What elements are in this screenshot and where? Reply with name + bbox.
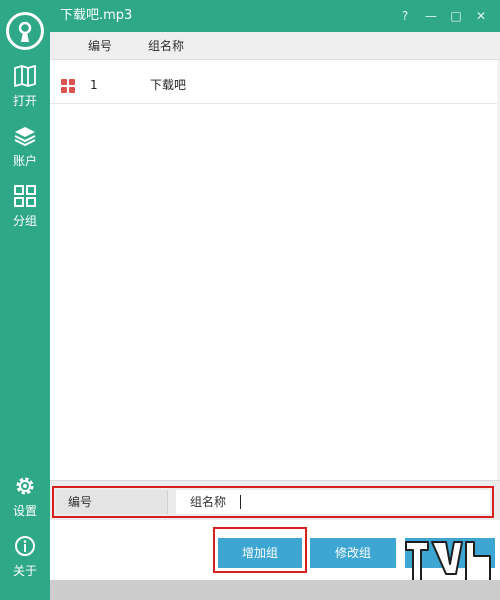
gear-icon xyxy=(13,474,37,498)
modify-group-button[interactable]: 修改组 xyxy=(310,538,396,568)
window-title: 下载吧.mp3 xyxy=(60,8,133,23)
sidebar-item-about[interactable]: 关于 xyxy=(0,534,50,586)
add-button-highlight-box xyxy=(213,527,307,573)
sidebar-item-label: 分组 xyxy=(12,214,37,228)
editor-highlight-box xyxy=(52,486,494,518)
maximize-button[interactable]: □ xyxy=(443,0,469,32)
grid-icon xyxy=(13,184,37,208)
sidebar-item-open[interactable]: 打开 xyxy=(0,64,50,116)
sidebar: 打开 账户 分组 设置 关于 xyxy=(0,0,50,600)
sidebar-item-group[interactable]: 分组 xyxy=(0,184,50,236)
info-icon xyxy=(13,534,37,558)
group-grid-icon xyxy=(61,79,75,93)
group-table: 1 下载吧 xyxy=(50,60,500,480)
column-header-no[interactable]: 编号 xyxy=(88,39,112,53)
cell-no: 1 xyxy=(90,78,98,92)
table-header: 编号 组名称 xyxy=(50,32,500,60)
column-header-name[interactable]: 组名称 xyxy=(148,39,184,53)
help-button[interactable]: ? xyxy=(392,0,418,32)
app-logo-icon xyxy=(6,12,44,50)
layers-icon xyxy=(13,124,37,148)
status-bar xyxy=(50,580,500,600)
sidebar-item-label: 关于 xyxy=(12,564,37,578)
group-editor: 编号 组名称 xyxy=(50,480,500,520)
close-button[interactable]: ✕ xyxy=(468,0,494,32)
book-open-icon xyxy=(13,64,37,88)
sidebar-item-label: 打开 xyxy=(12,94,37,108)
sidebar-item-account[interactable]: 账户 xyxy=(0,124,50,176)
table-row[interactable]: 1 下载吧 xyxy=(50,60,500,104)
sidebar-item-label: 设置 xyxy=(12,504,37,518)
sidebar-item-label: 账户 xyxy=(12,154,37,168)
titlebar: 下载吧.mp3 ? — □ ✕ xyxy=(50,0,500,32)
sidebar-item-settings[interactable]: 设置 xyxy=(0,474,50,526)
cell-name: 下载吧 xyxy=(150,78,187,92)
minimize-button[interactable]: — xyxy=(418,0,444,32)
